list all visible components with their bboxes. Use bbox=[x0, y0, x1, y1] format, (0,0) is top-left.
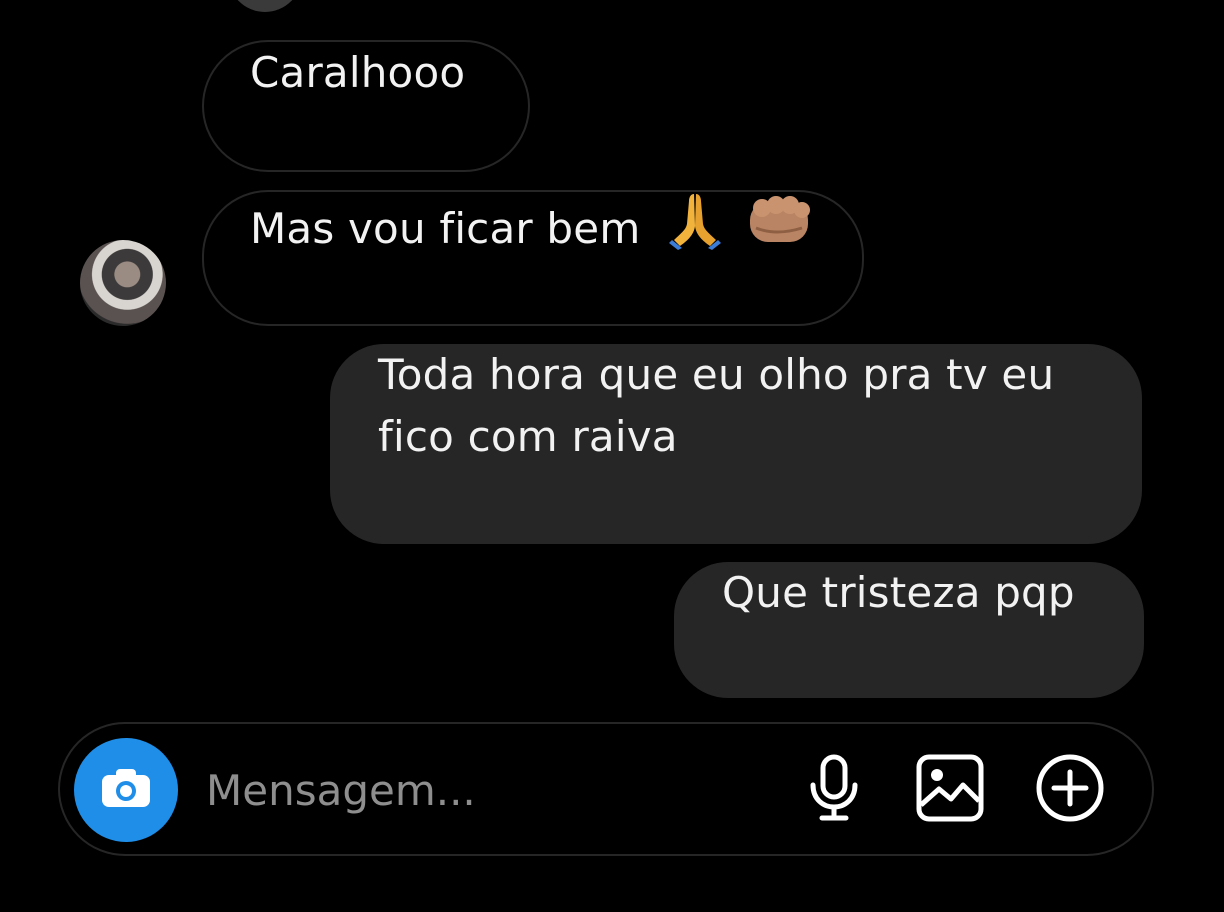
message-input[interactable] bbox=[206, 748, 766, 832]
gallery-button[interactable] bbox=[910, 750, 990, 830]
partial-avatar bbox=[228, 0, 302, 12]
message-text: Caralhooo bbox=[250, 48, 466, 97]
folded-hands-icon bbox=[664, 188, 726, 267]
message-text: Mas vou ficar bem bbox=[250, 204, 641, 253]
message-text: Toda hora que eu olho pra tv eu fico com… bbox=[378, 350, 1055, 461]
microphone-button[interactable] bbox=[794, 750, 874, 830]
message-bubble-incoming[interactable]: Caralhooo bbox=[202, 40, 530, 172]
plus-circle-icon bbox=[1034, 752, 1106, 828]
fist-icon bbox=[744, 188, 814, 267]
avatar[interactable] bbox=[80, 240, 166, 326]
message-composer bbox=[58, 722, 1154, 856]
camera-icon bbox=[98, 765, 154, 815]
message-text: Que tristeza pqp bbox=[722, 568, 1075, 617]
camera-button[interactable] bbox=[74, 738, 178, 842]
message-bubble-outgoing[interactable]: Toda hora que eu olho pra tv eu fico com… bbox=[330, 344, 1142, 544]
message-bubble-incoming[interactable]: Mas vou ficar bem bbox=[202, 190, 864, 326]
message-bubble-outgoing[interactable]: Que tristeza pqp bbox=[674, 562, 1144, 698]
gallery-icon bbox=[915, 753, 985, 827]
microphone-icon bbox=[804, 753, 864, 827]
add-button[interactable] bbox=[1030, 750, 1110, 830]
